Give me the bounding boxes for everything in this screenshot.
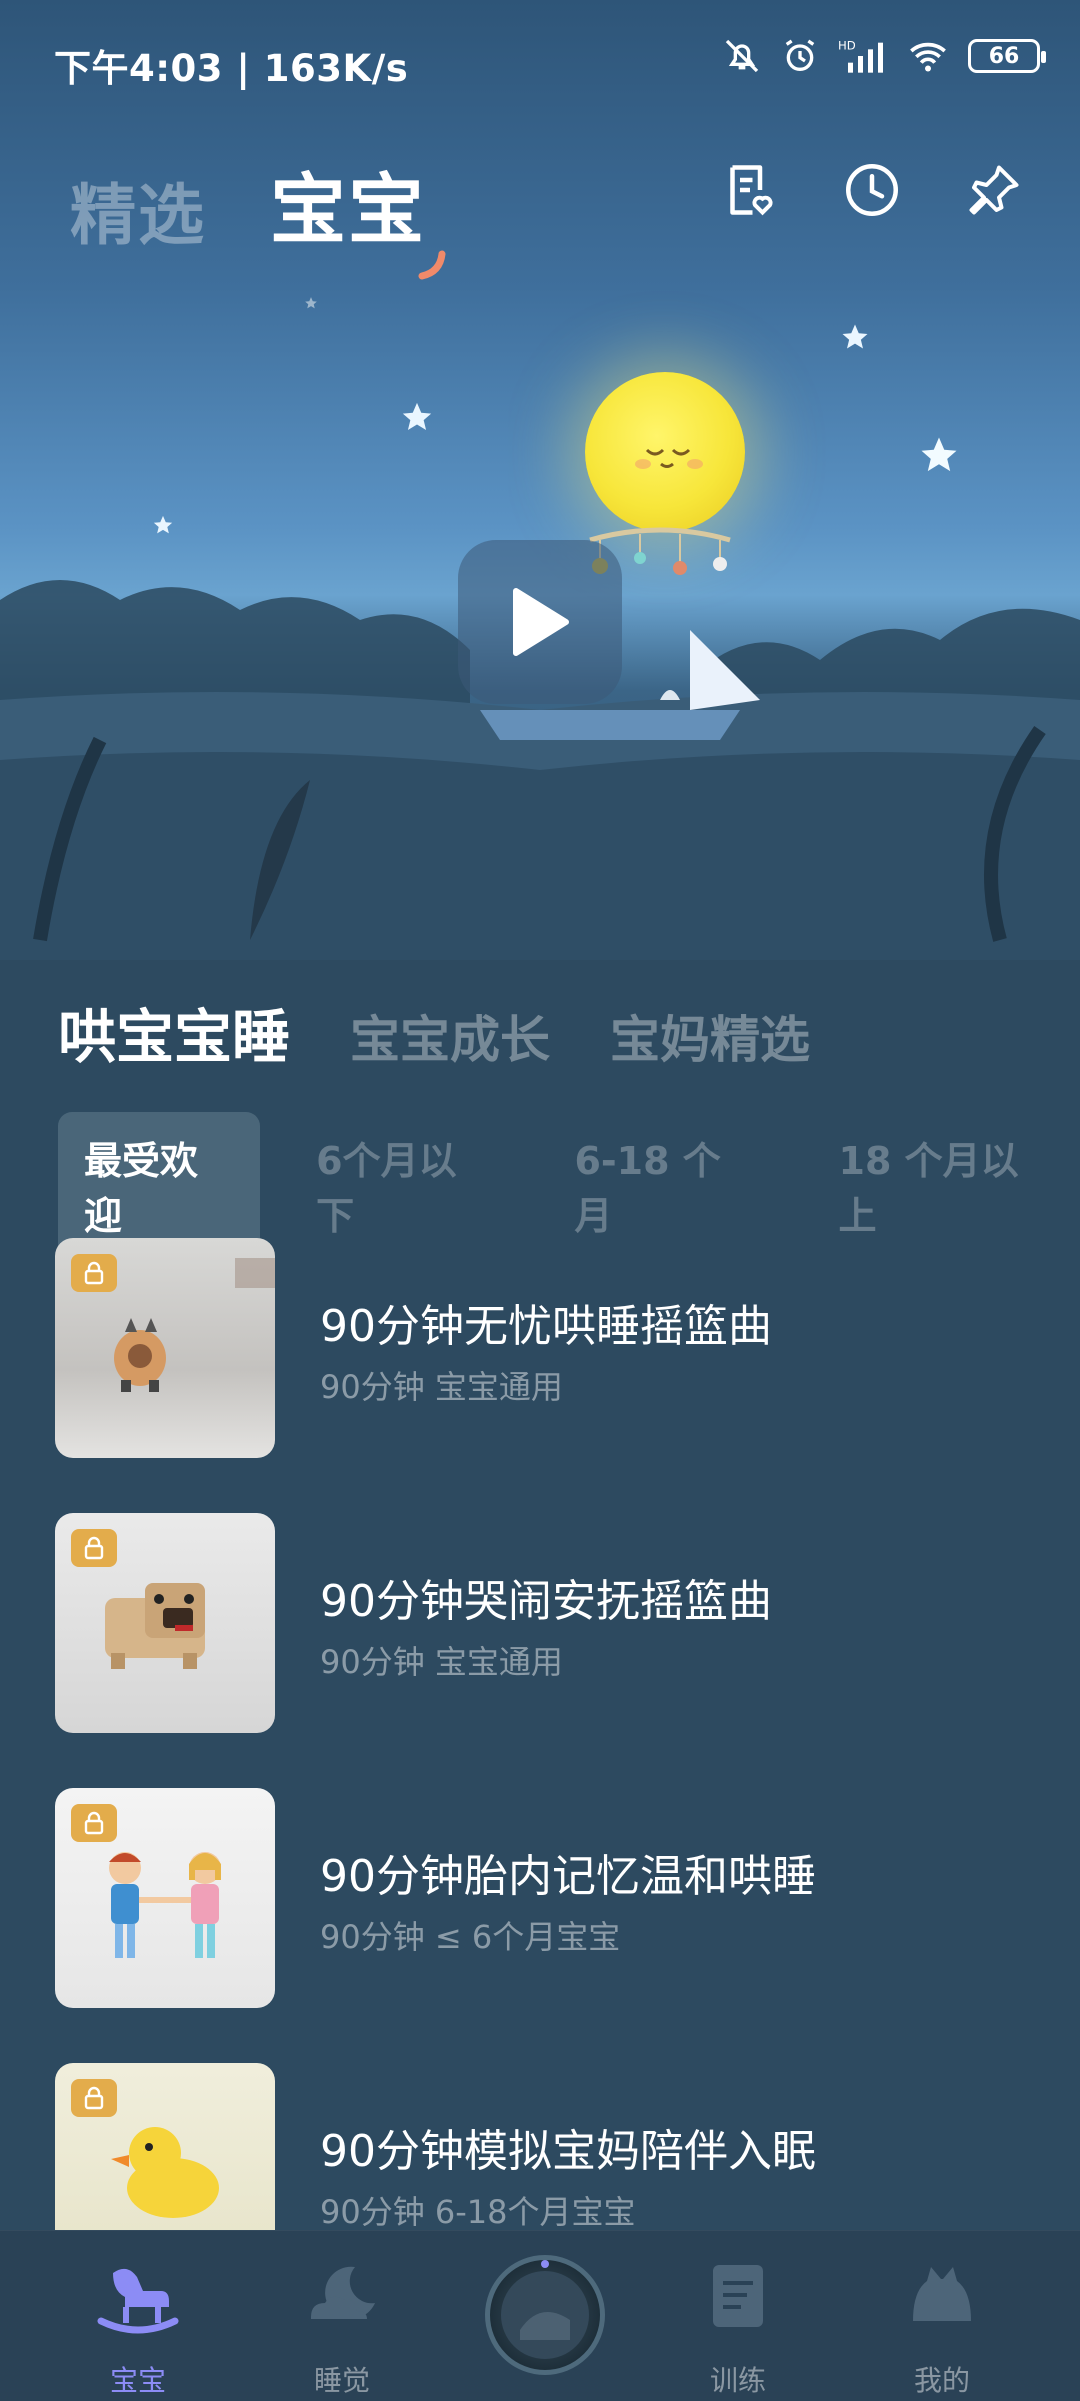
notebook-icon (713, 2265, 763, 2327)
chip-6-18-months[interactable]: 6-18 个月 (548, 1112, 782, 1258)
lock-icon (71, 2079, 117, 2117)
item-thumbnail (55, 1513, 275, 1733)
tab-featured[interactable]: 精选 (70, 162, 206, 258)
item-thumbnail (55, 1788, 275, 2008)
tab-mom-picks[interactable]: 宝妈精选 (610, 1000, 810, 1072)
hero-banner (0, 0, 1080, 960)
star-icon (921, 437, 957, 472)
top-actions (720, 160, 1024, 220)
nav-training-label: 训练 (709, 2364, 766, 2397)
wifi-icon (910, 42, 946, 72)
battery-level: 66 (988, 43, 1020, 69)
nav-baby[interactable]: 宝宝 (58, 2253, 218, 2397)
status-bar: 下午4:03 | 163K/s HD 66 (0, 0, 1080, 130)
nav-baby-label: 宝宝 (109, 2364, 166, 2397)
tab-baby-growth[interactable]: 宝宝成长 (350, 1000, 550, 1072)
nav-sleep-label: 睡觉 (313, 2364, 370, 2397)
item-subtitle: 90分钟 ≤ 6个月宝宝 (320, 1918, 621, 1956)
play-button[interactable] (458, 540, 622, 704)
section-tabs: 哄宝宝睡 宝宝成长 宝妈精选 (58, 990, 810, 1074)
battery-icon: 66 (968, 39, 1046, 73)
chip-most-popular[interactable]: 最受欢迎 (58, 1112, 261, 1258)
status-time: 下午4:03 | 163K/s (54, 47, 409, 90)
bottom-nav: 宝宝 睡觉 训练 我的 (0, 2230, 1080, 2401)
alarm-icon (785, 39, 815, 71)
item-thumbnail (55, 1238, 275, 1458)
moon-cloud-icon (311, 2266, 375, 2319)
item-subtitle: 90分钟 宝宝通用 (320, 1368, 563, 1406)
cat-profile-icon (913, 2267, 971, 2321)
list-item[interactable]: 90分钟哭闹安抚摇篮曲 90分钟 宝宝通用 (0, 1513, 1080, 1735)
filter-chips: 最受欢迎 6个月以下 6-18 个月 18 个月以上 (58, 1112, 1080, 1258)
signal-icon: HD (838, 38, 883, 73)
nav-training[interactable]: 训练 (658, 2253, 818, 2397)
nav-sleep[interactable]: 睡觉 (262, 2253, 422, 2397)
item-subtitle: 90分钟 6-18个月宝宝 (320, 2193, 636, 2231)
chip-over-18-months[interactable]: 18 个月以上 (813, 1112, 1080, 1258)
lock-icon (71, 1254, 117, 1292)
nav-mine-label: 我的 (913, 2364, 970, 2397)
list-item[interactable]: 90分钟无忧哄睡摇篮曲 90分钟 宝宝通用 (0, 1238, 1080, 1460)
favorites-list-icon[interactable] (720, 160, 780, 220)
tab-baby-label: 宝宝 (270, 165, 426, 254)
moon-illustration (585, 372, 745, 532)
nav-mine[interactable]: 我的 (862, 2253, 1022, 2397)
chip-under-6-months[interactable]: 6个月以下 (290, 1112, 518, 1258)
item-title: 90分钟哭闹安抚摇篮曲 (320, 1576, 772, 1627)
tab-baby[interactable]: 宝宝 (270, 148, 446, 280)
top-tabs: 精选 宝宝 (70, 148, 446, 280)
lock-icon (71, 1804, 117, 1842)
mute-bell-icon (725, 39, 759, 73)
lock-icon (71, 1529, 117, 1567)
list-item[interactable]: 90分钟胎内记忆温和哄睡 90分钟 ≤ 6个月宝宝 (0, 1788, 1080, 2010)
star-icon (305, 297, 317, 309)
item-title: 90分钟模拟宝妈陪伴入眠 (320, 2126, 816, 2177)
star-icon (153, 515, 173, 534)
item-title: 90分钟胎内记忆温和哄睡 (320, 1851, 816, 1902)
play-icon (513, 588, 569, 656)
history-clock-icon[interactable] (842, 160, 902, 220)
rocking-horse-icon (97, 2268, 179, 2334)
svg-text:HD: HD (838, 38, 856, 52)
item-title: 90分钟无忧哄睡摇篮曲 (320, 1301, 772, 1352)
item-subtitle: 90分钟 宝宝通用 (320, 1643, 563, 1681)
now-playing-disc[interactable] (485, 2255, 605, 2375)
pin-icon[interactable] (964, 160, 1024, 220)
star-icon (842, 324, 868, 349)
tab-coax-sleep[interactable]: 哄宝宝睡 (58, 990, 290, 1074)
tab-indicator-icon (418, 250, 446, 280)
star-icon (402, 402, 432, 431)
